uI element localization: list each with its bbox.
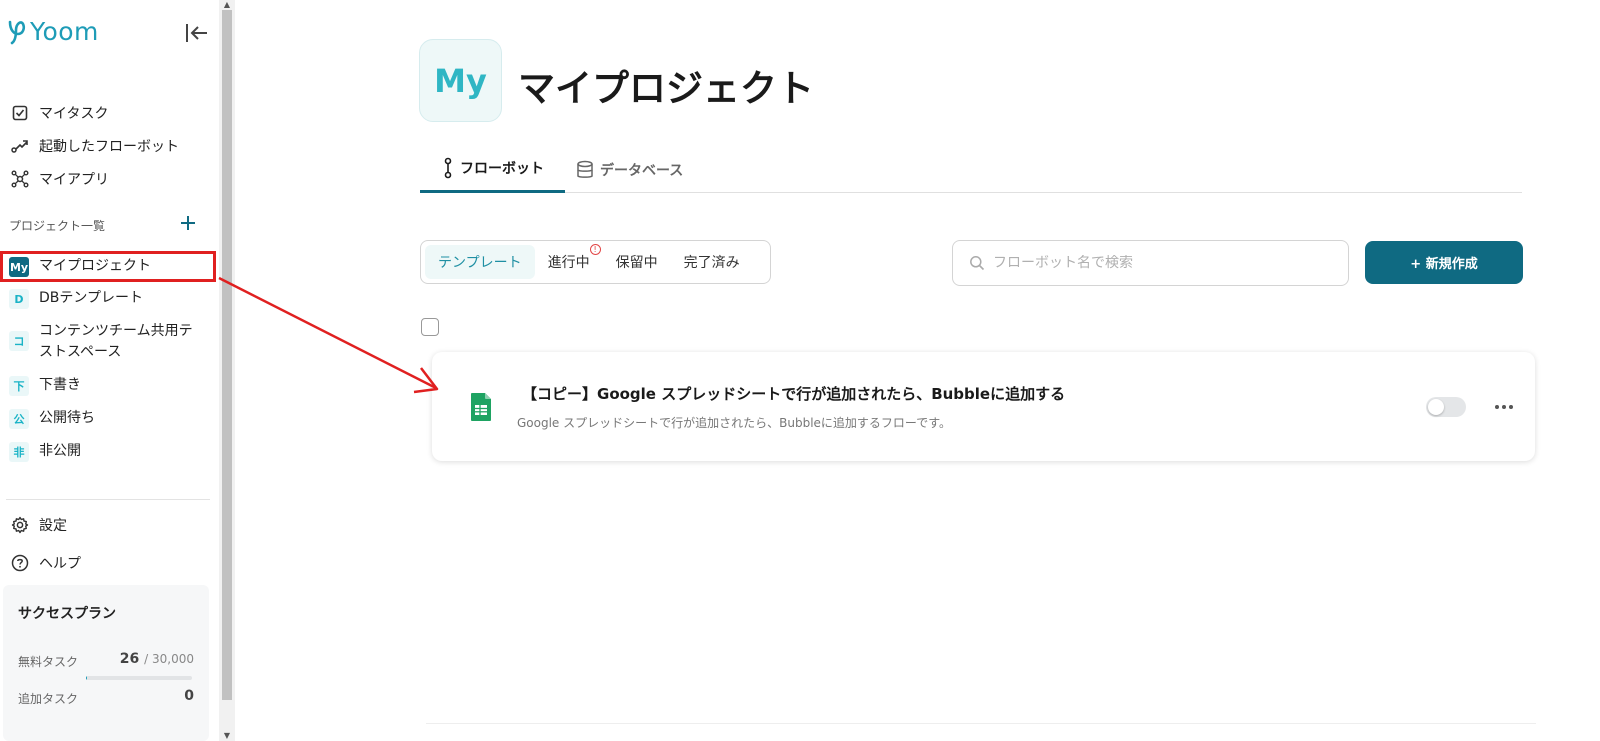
database-icon bbox=[577, 160, 593, 178]
flowbot-enable-toggle[interactable] bbox=[1426, 397, 1466, 417]
sidebar-divider bbox=[6, 499, 210, 500]
plan-title: サクセスプラン bbox=[18, 606, 116, 622]
project-label: DBテンプレート bbox=[39, 290, 143, 306]
search-box[interactable] bbox=[952, 240, 1349, 286]
filter-completed[interactable]: 完了済み bbox=[671, 245, 753, 279]
logo[interactable]: Yoom bbox=[6, 16, 99, 46]
nav-label: ヘルプ bbox=[39, 556, 81, 572]
filter-on-hold[interactable]: 保留中 bbox=[603, 245, 671, 279]
project-item-my-project[interactable]: My マイプロジェクト bbox=[0, 251, 216, 282]
google-sheets-icon bbox=[471, 393, 491, 421]
nav-my-tasks[interactable]: マイタスク bbox=[10, 96, 210, 129]
project-label: 公開待ち bbox=[39, 410, 95, 426]
tab-flowbots[interactable]: フローボット bbox=[420, 146, 565, 193]
tab-label: フローボット bbox=[460, 161, 544, 177]
nav-label: 起動したフローボット bbox=[39, 138, 179, 155]
project-label: マイプロジェクト bbox=[39, 258, 151, 274]
apps-icon bbox=[10, 169, 30, 189]
filter-label: 進行中 bbox=[547, 255, 590, 271]
bottom-nav: 設定 ヘルプ bbox=[10, 506, 81, 582]
flowbot-icon bbox=[444, 157, 452, 179]
project-avatar: My bbox=[419, 39, 502, 122]
more-options-icon[interactable] bbox=[1492, 396, 1516, 418]
tab-database[interactable]: データベース bbox=[576, 146, 683, 193]
search-icon bbox=[970, 256, 985, 271]
search-input[interactable] bbox=[993, 255, 1333, 271]
gear-icon bbox=[10, 515, 30, 535]
logo-text: Yoom bbox=[30, 16, 99, 46]
add-project-icon[interactable] bbox=[178, 213, 198, 233]
project-label: コンテンツチーム共用テストスペース bbox=[39, 323, 193, 360]
nav-label: マイタスク bbox=[39, 105, 109, 122]
sidebar: Yoom マイタスク 起動したフローボット マイアプリ プロジェクト一覧 My … bbox=[0, 0, 219, 741]
main-content: My マイプロジェクト フローボット データベース テンプレート 進行中 ! 保… bbox=[236, 0, 1600, 741]
extra-tasks-row: 追加タスク 0 bbox=[18, 688, 194, 707]
nav-launched-flowbots[interactable]: 起動したフローボット bbox=[10, 129, 210, 162]
project-badge: My bbox=[9, 257, 29, 277]
tab-bar: フローボット データベース bbox=[420, 146, 1522, 193]
project-item-private[interactable]: 非 非公開 bbox=[0, 435, 219, 468]
nav-help[interactable]: ヘルプ bbox=[10, 544, 81, 582]
project-badge: 公 bbox=[9, 409, 29, 429]
flowbot-description: Google スプレッドシートで行が追加されたら、Bubbleに追加するフローで… bbox=[517, 416, 952, 430]
status-filter-group: テンプレート 進行中 ! 保留中 完了済み bbox=[420, 240, 771, 284]
checkbox-icon bbox=[10, 103, 30, 123]
free-tasks-total: / 30,000 bbox=[144, 652, 194, 666]
free-tasks-label: 無料タスク bbox=[18, 655, 79, 669]
projects-section-label: プロジェクト一覧 bbox=[9, 219, 106, 233]
project-item-content-team[interactable]: コ コンテンツチーム共用テストスペース bbox=[0, 315, 219, 369]
alert-icon: ! bbox=[589, 244, 601, 255]
sidebar-scrollbar[interactable]: ▲ ▼ bbox=[219, 0, 235, 741]
select-all-checkbox[interactable] bbox=[421, 318, 439, 336]
scrollbar-thumb[interactable] bbox=[222, 10, 232, 700]
free-tasks-progress bbox=[86, 676, 192, 680]
new-flowbot-button[interactable]: + 新規作成 bbox=[1365, 241, 1523, 284]
free-tasks-used: 26 bbox=[119, 651, 140, 667]
filter-in-progress[interactable]: 進行中 ! bbox=[535, 244, 603, 279]
nav-label: 設定 bbox=[39, 518, 67, 534]
project-item-pending-publish[interactable]: 公 公開待ち bbox=[0, 402, 219, 435]
project-badge: 非 bbox=[9, 442, 29, 462]
page-title: マイプロジェクト bbox=[518, 67, 814, 110]
project-item-drafts[interactable]: 下 下書き bbox=[0, 369, 219, 402]
scroll-down-icon[interactable]: ▼ bbox=[219, 731, 235, 741]
project-badge: 下 bbox=[9, 376, 29, 396]
project-label: 下書き bbox=[39, 377, 81, 393]
main-nav: マイタスク 起動したフローボット マイアプリ bbox=[10, 96, 210, 195]
free-tasks-value: 26 / 30,000 bbox=[120, 651, 194, 667]
filter-template[interactable]: テンプレート bbox=[425, 245, 535, 279]
plan-panel: サクセスプラン 無料タスク 26 / 30,000 追加タスク 0 bbox=[3, 585, 209, 741]
project-item-db-template[interactable]: D DBテンプレート bbox=[0, 282, 219, 315]
project-badge: D bbox=[9, 289, 29, 309]
help-icon bbox=[10, 553, 30, 573]
project-label: 非公開 bbox=[39, 443, 81, 459]
app-root: Yoom マイタスク 起動したフローボット マイアプリ プロジェクト一覧 My … bbox=[0, 0, 1600, 741]
extra-tasks-value: 0 bbox=[184, 688, 194, 704]
nav-settings[interactable]: 設定 bbox=[10, 506, 81, 544]
project-badge: コ bbox=[9, 331, 29, 351]
collapse-sidebar-icon[interactable] bbox=[184, 20, 210, 46]
extra-tasks-label: 追加タスク bbox=[18, 692, 79, 706]
toggle-knob bbox=[1428, 399, 1444, 415]
flowbot-card[interactable]: 【コピー】Google スプレッドシートで行が追加されたら、Bubbleに追加す… bbox=[432, 352, 1535, 461]
nav-my-apps[interactable]: マイアプリ bbox=[10, 162, 210, 195]
free-tasks-row: 無料タスク 26 / 30,000 bbox=[18, 651, 194, 670]
scroll-up-icon[interactable]: ▲ bbox=[219, 0, 235, 10]
flow-icon bbox=[10, 136, 30, 156]
yoom-logo-icon bbox=[8, 20, 26, 45]
tab-label: データベース bbox=[600, 162, 684, 179]
nav-label: マイアプリ bbox=[39, 171, 109, 188]
project-list: My マイプロジェクト D DBテンプレート コ コンテンツチーム共用テストスペ… bbox=[0, 251, 219, 468]
divider bbox=[426, 723, 1536, 724]
flowbot-title: 【コピー】Google スプレッドシートで行が追加されたら、Bubbleに追加す… bbox=[522, 385, 1066, 403]
